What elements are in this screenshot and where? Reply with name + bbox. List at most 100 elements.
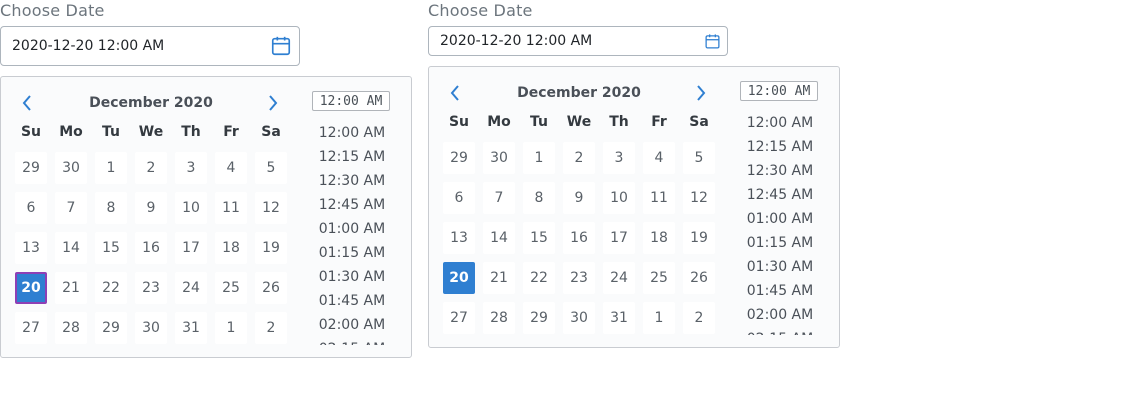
time-list[interactable]: 12:00 AM 12:15 AM 12:30 AM 12:45 AM 01:00 AM… xyxy=(306,121,398,345)
day-cell[interactable]: 12 xyxy=(255,192,287,224)
day-cell[interactable]: 1 xyxy=(523,142,555,174)
time-option[interactable]: 12:30 AM xyxy=(306,169,398,193)
calendar-icon[interactable] xyxy=(704,33,721,54)
time-option[interactable]: 12:00 AM xyxy=(306,121,398,145)
day-cell[interactable]: 21 xyxy=(483,262,515,294)
day-cell[interactable]: 31 xyxy=(603,302,635,334)
day-cell[interactable]: 9 xyxy=(563,182,595,214)
day-cell[interactable]: 30 xyxy=(135,312,167,344)
day-cell[interactable]: 29 xyxy=(95,312,127,344)
day-cell[interactable]: 6 xyxy=(15,192,47,224)
day-cell[interactable]: 26 xyxy=(683,262,715,294)
day-cell[interactable]: 30 xyxy=(55,152,87,184)
day-cell[interactable]: 8 xyxy=(523,182,555,214)
day-cell[interactable]: 5 xyxy=(255,152,287,184)
day-cell[interactable]: 14 xyxy=(55,232,87,264)
day-cell[interactable]: 1 xyxy=(215,312,247,344)
day-cell[interactable]: 29 xyxy=(443,142,475,174)
day-cell[interactable]: 30 xyxy=(563,302,595,334)
day-cell[interactable]: 28 xyxy=(55,312,87,344)
day-cell[interactable]: 15 xyxy=(523,222,555,254)
day-cell[interactable]: 11 xyxy=(215,192,247,224)
time-option[interactable]: 02:00 AM xyxy=(306,313,398,337)
selected-day[interactable]: 20 xyxy=(443,262,475,294)
day-cell[interactable]: 1 xyxy=(95,152,127,184)
day-cell[interactable]: 7 xyxy=(55,192,87,224)
day-cell[interactable]: 29 xyxy=(523,302,555,334)
day-cell[interactable]: 16 xyxy=(563,222,595,254)
day-cell[interactable]: 2 xyxy=(135,152,167,184)
time-option[interactable]: 12:15 AM xyxy=(306,145,398,169)
day-cell[interactable]: 18 xyxy=(643,222,675,254)
day-cell[interactable]: 2 xyxy=(255,312,287,344)
day-cell[interactable]: 4 xyxy=(215,152,247,184)
day-cell[interactable]: 6 xyxy=(443,182,475,214)
time-option[interactable]: 01:30 AM xyxy=(734,255,826,279)
day-cell[interactable]: 23 xyxy=(135,272,167,304)
day-cell[interactable]: 29 xyxy=(15,152,47,184)
day-cell[interactable]: 22 xyxy=(523,262,555,294)
day-cell[interactable]: 15 xyxy=(95,232,127,264)
day-cell[interactable]: 2 xyxy=(563,142,595,174)
time-option[interactable]: 01:00 AM xyxy=(734,207,826,231)
day-cell[interactable]: 18 xyxy=(215,232,247,264)
day-cell[interactable]: 2 xyxy=(683,302,715,334)
chevron-left-icon[interactable] xyxy=(17,95,37,111)
day-cell[interactable]: 3 xyxy=(603,142,635,174)
time-option[interactable]: 12:45 AM xyxy=(306,193,398,217)
day-cell[interactable]: 27 xyxy=(15,312,47,344)
day-cell[interactable]: 19 xyxy=(255,232,287,264)
day-cell[interactable]: 16 xyxy=(135,232,167,264)
chevron-right-icon[interactable] xyxy=(263,95,283,111)
day-cell[interactable]: 31 xyxy=(175,312,207,344)
day-cell[interactable]: 11 xyxy=(643,182,675,214)
day-cell[interactable]: 23 xyxy=(563,262,595,294)
day-cell[interactable]: 27 xyxy=(443,302,475,334)
time-option[interactable]: 12:00 AM xyxy=(734,111,826,135)
day-cell[interactable]: 25 xyxy=(643,262,675,294)
day-cell[interactable]: 13 xyxy=(15,232,47,264)
time-option[interactable]: 02:15 AM xyxy=(734,327,826,335)
day-cell[interactable]: 26 xyxy=(255,272,287,304)
day-cell[interactable]: 21 xyxy=(55,272,87,304)
day-cell[interactable]: 14 xyxy=(483,222,515,254)
chevron-left-icon[interactable] xyxy=(445,85,465,101)
day-cell[interactable]: 17 xyxy=(603,222,635,254)
day-cell[interactable]: 10 xyxy=(175,192,207,224)
time-option[interactable]: 12:45 AM xyxy=(734,183,826,207)
time-option[interactable]: 01:15 AM xyxy=(734,231,826,255)
day-cell[interactable]: 22 xyxy=(95,272,127,304)
day-cell[interactable]: 8 xyxy=(95,192,127,224)
time-list[interactable]: 12:00 AM 12:15 AM 12:30 AM 12:45 AM 01:00 AM… xyxy=(734,111,826,335)
calendar-icon[interactable] xyxy=(270,35,292,61)
time-option[interactable]: 12:15 AM xyxy=(734,135,826,159)
day-cell[interactable]: 24 xyxy=(175,272,207,304)
time-option[interactable]: 01:45 AM xyxy=(734,279,826,303)
day-cell[interactable]: 10 xyxy=(603,182,635,214)
time-option[interactable]: 01:45 AM xyxy=(306,289,398,313)
day-cell[interactable]: 5 xyxy=(683,142,715,174)
time-option[interactable]: 01:15 AM xyxy=(306,241,398,265)
day-cell[interactable]: 30 xyxy=(483,142,515,174)
date-input[interactable]: 2020-12-20 12:00 AM xyxy=(0,26,300,66)
day-cell[interactable]: 19 xyxy=(683,222,715,254)
day-cell[interactable]: 9 xyxy=(135,192,167,224)
day-cell[interactable]: 25 xyxy=(215,272,247,304)
time-option[interactable]: 01:30 AM xyxy=(306,265,398,289)
time-option[interactable]: 02:15 AM xyxy=(306,337,398,345)
day-cell[interactable]: 12 xyxy=(683,182,715,214)
selected-day[interactable]: 20 xyxy=(15,272,47,304)
time-input[interactable]: 12:00 AM xyxy=(740,81,818,101)
time-option[interactable]: 02:00 AM xyxy=(734,303,826,327)
day-cell[interactable]: 7 xyxy=(483,182,515,214)
day-cell[interactable]: 1 xyxy=(643,302,675,334)
day-cell[interactable]: 4 xyxy=(643,142,675,174)
time-input[interactable]: 12:00 AM xyxy=(312,91,390,111)
date-input[interactable]: 2020-12-20 12:00 AM xyxy=(428,26,728,56)
day-cell[interactable]: 24 xyxy=(603,262,635,294)
day-cell[interactable]: 13 xyxy=(443,222,475,254)
time-option[interactable]: 12:30 AM xyxy=(734,159,826,183)
day-cell[interactable]: 17 xyxy=(175,232,207,264)
chevron-right-icon[interactable] xyxy=(691,85,711,101)
day-cell[interactable]: 28 xyxy=(483,302,515,334)
